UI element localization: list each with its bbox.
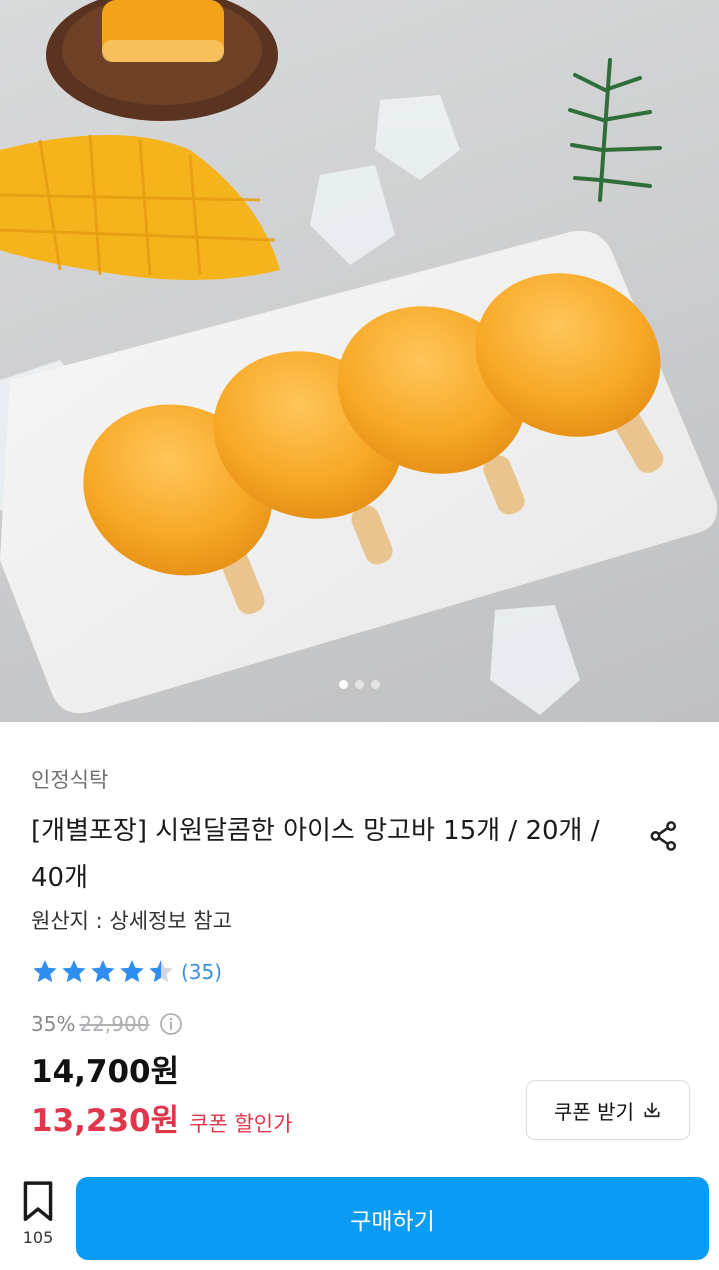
- pagination-dot-1[interactable]: [339, 680, 348, 689]
- discount-line: 35% 22,900: [31, 1012, 183, 1036]
- buy-button[interactable]: 구매하기: [76, 1177, 709, 1260]
- bookmark-icon: [23, 1181, 53, 1222]
- product-title: [개별포장] 시원달콤한 아이스 망고바 15개 / 20개 / 40개: [31, 816, 600, 893]
- bookmark-button[interactable]: 105: [16, 1180, 60, 1247]
- coupon-price: 13,230원: [31, 1103, 180, 1139]
- get-coupon-button[interactable]: 쿠폰 받기: [526, 1080, 690, 1140]
- gallery-pagination: [0, 680, 719, 689]
- review-count-link[interactable]: (35): [181, 960, 222, 984]
- star-full-icon: [62, 960, 86, 983]
- bookmark-count: 105: [22, 1228, 54, 1247]
- original-price: 22,900: [79, 1012, 150, 1036]
- star-full-icon: [33, 960, 57, 983]
- get-coupon-label: 쿠폰 받기: [554, 1099, 634, 1124]
- coupon-price-line: 13,230원 쿠폰 할인가: [31, 1095, 292, 1140]
- seller-name[interactable]: 인정식탁: [31, 764, 108, 794]
- star-half-icon: [149, 960, 173, 983]
- star-full-icon: [91, 960, 115, 983]
- origin-info: 원산지 : 상세정보 참고: [31, 909, 232, 933]
- discount-rate: 35%: [31, 1012, 76, 1036]
- download-icon: [644, 1102, 660, 1118]
- star-rating: [31, 958, 175, 986]
- product-image-gallery[interactable]: [0, 0, 719, 722]
- buy-button-label: 구매하기: [350, 1208, 435, 1235]
- star-full-icon: [120, 960, 144, 983]
- rating-row[interactable]: (35): [31, 958, 222, 986]
- product-photo: [0, 0, 718, 715]
- coupon-price-label: 쿠폰 할인가: [189, 1112, 293, 1136]
- sale-price: 14,700원: [31, 1054, 180, 1090]
- info-icon[interactable]: [159, 1012, 183, 1036]
- pagination-dot-3[interactable]: [371, 680, 380, 689]
- share-button[interactable]: [644, 816, 684, 856]
- pagination-dot-2[interactable]: [355, 680, 364, 689]
- share-icon: [650, 821, 677, 851]
